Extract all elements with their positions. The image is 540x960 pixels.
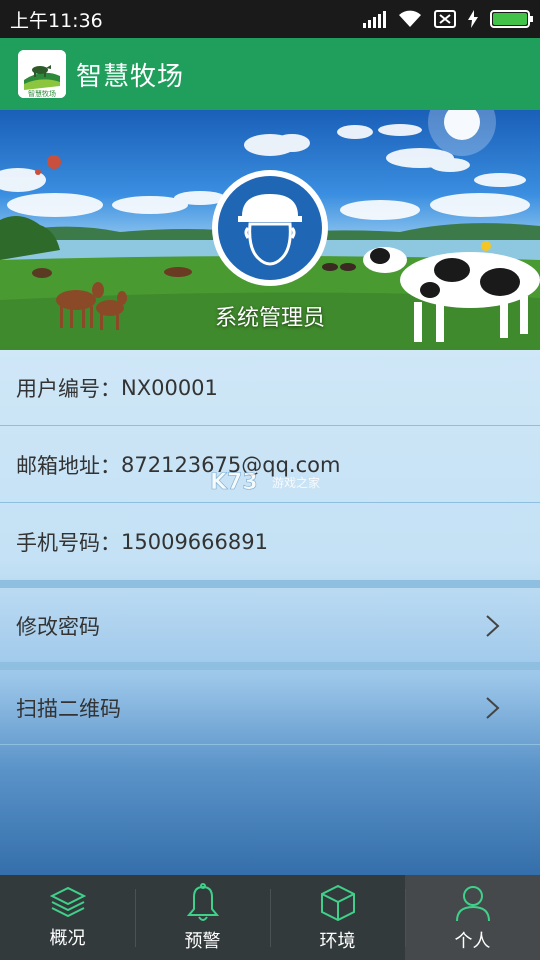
wifi-icon: [399, 10, 421, 27]
scan-qr-button[interactable]: 扫描二维码: [0, 670, 540, 746]
nav-tab-personal[interactable]: 个人: [405, 875, 540, 960]
chevron-right-icon: [486, 697, 500, 719]
scan-qr-label: 扫描二维码: [16, 697, 121, 721]
nav-tab-overview[interactable]: 概况: [0, 875, 135, 960]
user-id-row: 用户编号： NX00001: [0, 350, 540, 426]
battery-icon: [490, 10, 533, 28]
svg-text:游戏之家: 游戏之家: [272, 475, 320, 490]
person-icon: [455, 885, 490, 921]
nav-label: 个人: [454, 930, 491, 952]
phone-label: 手机号码：: [16, 531, 121, 555]
status-time: 上午11:36: [10, 9, 103, 32]
section-divider: [0, 744, 540, 745]
user-id-value: NX00001: [121, 375, 218, 400]
nav-tab-environment[interactable]: 环境: [270, 875, 405, 960]
signal-icon: [363, 10, 386, 28]
svg-text:智慧牧场: 智慧牧场: [28, 89, 56, 98]
app-header: 智慧牧场 智慧牧场: [0, 38, 540, 110]
cube-icon: [320, 884, 355, 921]
user-role: 系统管理员: [214, 306, 325, 331]
phone-value: 15009666891: [121, 530, 268, 554]
nav-label: 预警: [184, 930, 221, 952]
layers-icon: [49, 886, 86, 917]
svg-text:K73: K73: [210, 470, 258, 494]
bell-icon: [186, 882, 219, 921]
chevron-right-icon: [486, 615, 500, 637]
nav-label: 概况: [49, 927, 86, 949]
sim-icon: [434, 10, 456, 28]
k73-watermark: K73 游戏之家: [210, 470, 320, 494]
status-bar: 上午11:36: [0, 0, 540, 38]
profile-banner: 系统管理员: [0, 110, 540, 350]
change-password-button[interactable]: 修改密码: [0, 588, 540, 664]
bottom-navigation: 概况 预警 环境 个人: [0, 875, 540, 960]
section-divider: [0, 580, 540, 588]
user-id-label: 用户编号：: [16, 376, 121, 401]
email-label: 邮箱地址：: [16, 453, 121, 478]
worker-helmet-icon: [238, 194, 302, 266]
section-divider: [0, 662, 540, 670]
charging-icon: [468, 10, 478, 28]
app-title: 智慧牧场: [76, 61, 185, 92]
avatar: [212, 170, 328, 286]
phone-row: 手机号码： 15009666891: [0, 504, 540, 580]
change-password-label: 修改密码: [16, 615, 100, 639]
nav-label: 环境: [319, 930, 356, 952]
profile-info-panel: 用户编号： NX00001 邮箱地址： 872123675@qq.com 手机号码：…: [0, 350, 540, 875]
nav-tab-alert[interactable]: 预警: [135, 875, 270, 960]
app-logo: 智慧牧场: [18, 50, 66, 98]
